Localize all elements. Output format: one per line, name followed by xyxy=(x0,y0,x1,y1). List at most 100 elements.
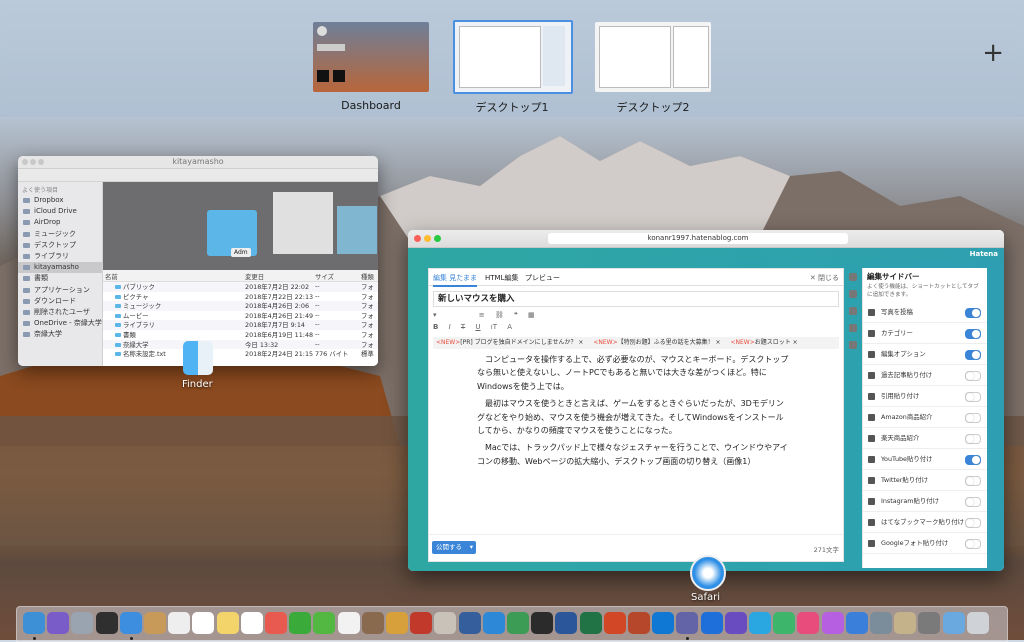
chevron-down-icon[interactable]: ▾ xyxy=(466,541,473,554)
feature-toggle[interactable] xyxy=(965,497,981,507)
dock-app-icon[interactable] xyxy=(144,612,166,634)
sidebar-feature-item[interactable]: Amazon商品紹介 xyxy=(863,407,987,428)
sidebar-item[interactable]: Dropbox xyxy=(18,195,102,206)
dock-app-icon[interactable] xyxy=(773,612,796,634)
feature-toggle[interactable] xyxy=(965,518,981,528)
youtube-icon[interactable] xyxy=(849,324,857,332)
sidebar-item[interactable]: OneDrive - 奈縁大学 xyxy=(18,318,102,329)
table-row[interactable]: 名称未設定.txt 2018年2月24日 21:15 776 バイト 標準 xyxy=(103,349,378,359)
finder-window[interactable]: kitayamasho よく使う項目 Dropbox iCloud Drive … xyxy=(18,156,378,366)
dock-app-icon[interactable] xyxy=(119,612,142,634)
dock-app-icon[interactable] xyxy=(434,612,457,634)
feature-toggle[interactable] xyxy=(965,371,981,381)
tab-wysiwyg[interactable]: 編集 見たまま xyxy=(433,273,478,287)
photo-icon[interactable] xyxy=(849,273,857,281)
add-space-button[interactable]: + xyxy=(982,40,1004,66)
space-desktop-2[interactable] xyxy=(595,22,711,92)
dock-app-icon[interactable] xyxy=(313,612,336,634)
link-icon[interactable]: ⛓ xyxy=(495,311,504,319)
sidebar-feature-item[interactable]: 引用貼り付け xyxy=(863,386,987,407)
sidebar-feature-item[interactable]: 楽天商品紹介 xyxy=(863,428,987,449)
plus-icon[interactable] xyxy=(849,341,857,349)
sidebar-feature-item[interactable]: YouTube貼り付け xyxy=(863,449,987,470)
text-color-icon[interactable]: A xyxy=(507,323,512,331)
italic-icon[interactable]: I xyxy=(449,323,451,331)
table-row[interactable]: 書類 2018年6月19日 11:48 -- フォ xyxy=(103,330,378,340)
dock-app-icon[interactable] xyxy=(845,612,868,634)
dock-app-icon[interactable] xyxy=(386,612,408,634)
sidebar-feature-item[interactable]: Instagram貼り付け xyxy=(863,491,987,512)
quote-icon[interactable]: ❝ xyxy=(514,311,518,319)
dock-app-icon[interactable] xyxy=(531,612,554,634)
dock-app-icon[interactable] xyxy=(410,612,433,634)
column-header[interactable]: 変更日 xyxy=(245,272,264,281)
list-icon[interactable]: ≡ xyxy=(479,311,485,319)
dock-app-icon[interactable] xyxy=(821,612,844,634)
feature-toggle[interactable] xyxy=(965,413,981,423)
sidebar-item[interactable]: kitayamasho xyxy=(18,262,102,274)
dock-app-icon[interactable] xyxy=(724,612,747,634)
folder-icon[interactable] xyxy=(849,290,857,298)
dock-app-icon[interactable] xyxy=(95,612,118,634)
sidebar-item[interactable]: AirDrop xyxy=(18,217,102,228)
tab-html[interactable]: HTML編集 xyxy=(485,273,518,283)
close-editor-button[interactable]: ✕ 閉じる xyxy=(810,273,839,283)
dock-app-icon[interactable] xyxy=(603,612,626,634)
dock-app-icon[interactable] xyxy=(458,612,481,634)
close-button[interactable] xyxy=(414,235,421,242)
sidebar-feature-item[interactable]: Googleフォト貼り付け xyxy=(863,533,987,554)
dock-app-icon[interactable] xyxy=(555,612,578,634)
feature-toggle[interactable] xyxy=(965,350,981,360)
table-icon[interactable]: ▦ xyxy=(528,311,535,319)
dock-app-icon[interactable] xyxy=(23,612,45,634)
dock-app-icon[interactable] xyxy=(361,612,384,634)
sidebar-item[interactable]: 奈縁大学 xyxy=(18,329,102,340)
dock-app-icon[interactable] xyxy=(289,612,312,634)
feature-toggle[interactable] xyxy=(965,455,981,465)
dock-app-icon[interactable] xyxy=(216,612,239,634)
notice-link[interactable]: 【特別お題】ふる里の話を大募集！ × xyxy=(618,339,721,346)
sidebar-item[interactable]: 書類 xyxy=(18,273,102,284)
dock-app-icon[interactable] xyxy=(192,612,215,634)
post-body[interactable]: コンピュータを操作する上で、必ず必要なのが、マウスとキーボード。デスクトップなら… xyxy=(477,353,789,472)
sidebar-item[interactable]: iCloud Drive xyxy=(18,206,102,217)
dock-app-icon[interactable] xyxy=(482,612,505,634)
sidebar-item[interactable]: ミュージック xyxy=(18,229,102,240)
sidebar-item[interactable]: デスクトップ xyxy=(18,240,102,251)
sidebar-item[interactable]: ダウンロード xyxy=(18,296,102,307)
dock-app-icon[interactable] xyxy=(797,612,820,634)
dock-app-icon[interactable] xyxy=(676,612,699,634)
dock-app-icon[interactable] xyxy=(47,612,70,634)
bold-icon[interactable]: B xyxy=(433,323,438,331)
dock-app-icon[interactable] xyxy=(966,612,989,634)
notice-link[interactable]: [PR] ブログを独自ドメインにしませんか？ × xyxy=(460,339,583,346)
dock-app-icon[interactable] xyxy=(749,612,771,634)
tab-preview[interactable]: プレビュー xyxy=(525,273,560,283)
space-desktop-1[interactable] xyxy=(453,20,573,94)
feature-toggle[interactable] xyxy=(965,308,981,318)
column-header[interactable]: サイズ xyxy=(315,272,334,281)
dock-app-icon[interactable] xyxy=(507,612,529,634)
feature-toggle[interactable] xyxy=(965,329,981,339)
feature-toggle[interactable] xyxy=(965,539,981,549)
table-row[interactable]: ピクチャ 2018年7月22日 22:13 -- フォ xyxy=(103,292,378,302)
sidebar-feature-item[interactable]: 過去記事貼り付け xyxy=(863,365,987,386)
table-row[interactable]: 奈縁大学 今日 13:32 -- フォ xyxy=(103,339,378,350)
sidebar-item[interactable]: ライブラリ xyxy=(18,251,102,262)
heading-select[interactable]: ▾ xyxy=(433,311,437,319)
column-header[interactable]: 名前 xyxy=(105,272,118,281)
dock-app-icon[interactable] xyxy=(168,612,191,634)
safari-window[interactable]: konanr1997.hatenablog.com Hatena 編集 見たまま… xyxy=(408,230,1004,571)
dock-app-icon[interactable] xyxy=(628,612,650,634)
column-header[interactable]: 種類 xyxy=(361,272,374,281)
gear-icon[interactable] xyxy=(849,307,857,315)
dock-app-icon[interactable] xyxy=(942,612,965,634)
safari-icon[interactable] xyxy=(690,555,726,591)
strike-icon[interactable]: T xyxy=(461,323,465,331)
dock-app-icon[interactable] xyxy=(579,612,602,634)
sidebar-feature-item[interactable]: 写真を投稿 xyxy=(863,302,987,323)
feature-toggle[interactable] xyxy=(965,392,981,402)
dock-app-icon[interactable] xyxy=(870,612,892,634)
post-title-input[interactable]: 新しいマウスを購入 xyxy=(433,291,839,307)
sidebar-item[interactable]: 削除されたユーザ xyxy=(18,307,102,318)
